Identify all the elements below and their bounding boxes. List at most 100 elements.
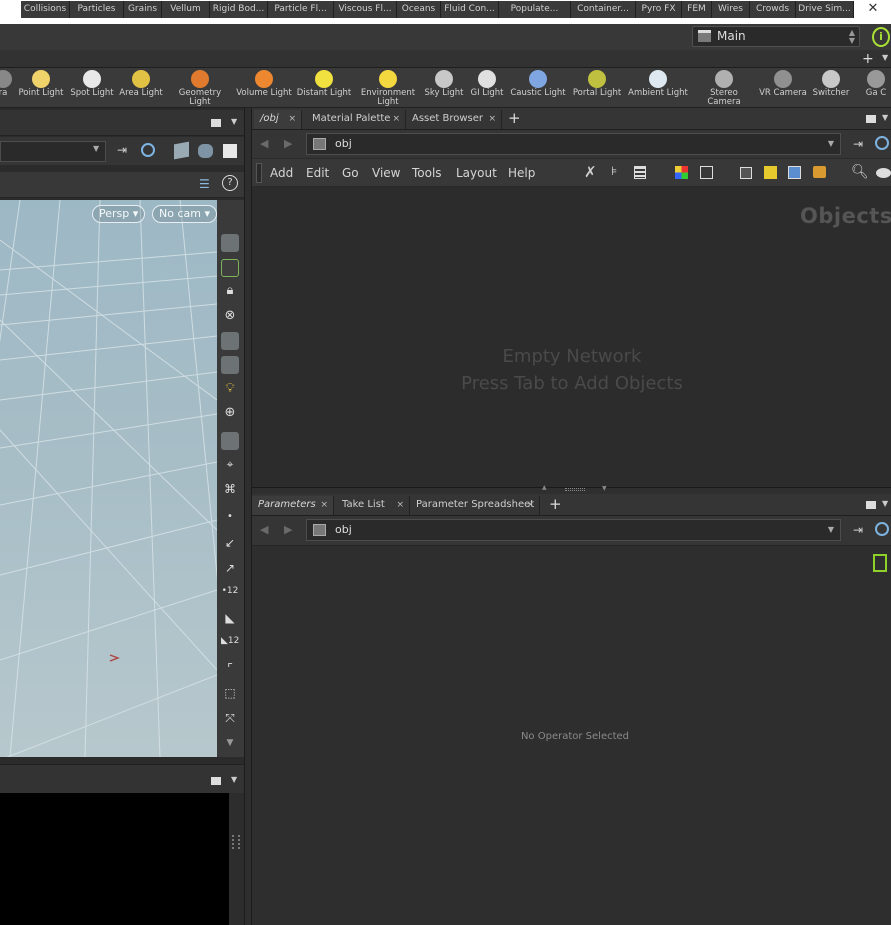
search-icon[interactable]: 🔍︎ [851,164,869,180]
pane-menu-arrow-icon[interactable]: ▼ [882,113,888,122]
shelf-tool-stereo-camera[interactable]: Stereo Camera [693,70,755,107]
pin-icon[interactable]: ⇥ [853,523,863,537]
shelf-tab[interactable]: FEM [682,1,712,18]
shelf-tool-gamepad-camera[interactable]: Ga C [845,70,891,98]
shelf-tool-portal-light[interactable]: Portal Light [566,70,628,98]
shelf-tab[interactable]: Rigid Bod... [210,1,268,18]
help-question-icon[interactable]: ? [222,175,238,191]
bounding-box-icon[interactable]: ⬚ [221,686,239,704]
add-tab-button[interactable]: + [508,109,521,127]
lock-icon[interactable]: 🔒︎ [221,283,239,301]
sticky-note-icon[interactable] [764,166,777,179]
shelf-tab[interactable]: Pyro FX [636,1,682,18]
pin-icon[interactable]: ⇥ [853,137,863,151]
headlight-icon[interactable] [221,356,239,374]
network-editor[interactable] [252,188,891,487]
close-tab-icon[interactable]: × [288,110,296,128]
splitter-up-arrow-icon[interactable]: ▲ [542,484,547,491]
snap-icon[interactable] [221,259,239,277]
shelf-tab[interactable]: Container... [571,1,636,18]
shelf-tab[interactable]: Crowds [750,1,796,18]
pin-icon[interactable]: ⇥ [117,143,127,157]
normals-icon[interactable]: ↙ [221,536,239,554]
pane-layout-icon[interactable] [211,777,221,785]
shelf-tool-caustic-light[interactable]: Caustic Light [507,70,569,98]
shelf-tab[interactable]: Populate... [499,1,571,18]
shading-icon[interactable] [198,144,213,158]
menu-go[interactable]: Go [342,166,359,180]
profile-icon[interactable]: ⌜ [221,661,239,679]
shelf-tool-environment-light[interactable]: Environment Light [357,70,419,107]
pane-layout-icon[interactable] [211,119,221,127]
shelf-tool-area-light[interactable]: Area Light [110,70,172,98]
shelf-tab[interactable]: Particles [70,1,124,18]
points-icon[interactable]: • [221,511,239,529]
shelf-tool-ambient-light[interactable]: Ambient Light [627,70,689,98]
shelf-tab[interactable]: Collisions [21,1,70,18]
grid-icon[interactable] [700,166,713,179]
list-view-icon[interactable] [634,166,646,179]
camera-view-icon[interactable]: ⌖ [221,457,239,475]
shelf-tool-volume-light[interactable]: Volume Light [233,70,295,98]
close-tab-icon[interactable]: × [320,496,328,514]
shelf-tab[interactable]: Oceans [397,1,441,18]
close-tab-icon[interactable]: × [526,496,534,514]
shelf-tab[interactable]: Drive Sim... [796,1,854,18]
menu-view[interactable]: View [372,166,400,180]
parameter-layout-icon[interactable] [873,554,887,572]
shelf-tab[interactable]: Grains [124,1,162,18]
back-arrow-icon[interactable]: ◀ [260,137,268,150]
image-background-icon[interactable] [788,166,801,179]
pane-splitter-vertical[interactable] [244,108,252,925]
close-window-button[interactable]: ✕ [850,0,891,24]
sphere-icon[interactable] [221,332,239,350]
forward-arrow-icon[interactable]: ▶ [284,523,292,536]
joint-icon[interactable]: ⤧ [221,711,239,729]
link-icon[interactable] [141,143,155,157]
network-tab-0[interactable]: /obj × [254,110,302,129]
color-palette-icon[interactable] [675,166,688,179]
shelf-tab[interactable]: Fluid Con... [441,1,499,18]
network-box-icon[interactable] [740,167,752,179]
ghost-icon[interactable] [221,234,239,252]
scroll-down-icon[interactable]: ▼ [221,738,239,750]
shelf-tab[interactable]: Particle Fl... [268,1,334,18]
camera-lock-icon[interactable]: ⌘ [221,482,239,500]
parameters-path-field[interactable]: obj ▼ [306,519,841,541]
splitter-down-arrow-icon[interactable]: ▼ [602,485,607,492]
shelf-tab[interactable]: Wires [712,1,750,18]
console-scrollbar[interactable] [229,793,244,925]
parameters-tab-2[interactable]: Parameter Spreadsheet × [410,496,540,515]
desktop-selector[interactable]: Main ▲ ▼ [692,26,860,47]
link-icon[interactable] [875,136,889,150]
primitive-normals-icon[interactable]: ↗ [221,561,239,579]
wrench-icon[interactable]: ✗ [584,163,597,181]
face-icon[interactable]: ◣ [221,611,239,629]
close-tab-icon[interactable]: × [392,110,400,128]
pane-layout-icon[interactable] [866,501,876,509]
network-path-field[interactable]: obj ▼ [306,133,841,155]
display-options-icon[interactable] [223,144,237,158]
lights-icon[interactable]: ⊕ [221,405,239,423]
light-bulb-icon[interactable]: 💡︎ [221,381,239,399]
menu-edit[interactable]: Edit [306,166,329,180]
scene-viewport[interactable] [0,200,217,757]
link-icon[interactable] [875,522,889,536]
network-tab-2[interactable]: Asset Browser × [406,110,502,129]
dots-icon[interactable] [813,166,826,178]
point-numbers-icon[interactable]: •12 [221,586,239,604]
python-console[interactable] [0,793,229,925]
pane-menu-arrow-icon[interactable]: ▼ [231,117,237,126]
parameters-tab-1[interactable]: Take List × [336,496,410,515]
close-tab-icon[interactable]: × [396,496,404,514]
viewer-path-field[interactable]: ▼ [0,141,106,162]
shelf-menu-arrow-icon[interactable]: ▼ [882,53,888,62]
shadow-icon[interactable] [221,432,239,450]
pane-splitter-horizontal[interactable]: ▲ ▼ [252,484,891,494]
close-tab-icon[interactable]: × [488,110,496,128]
shelf-tool-geometry-light[interactable]: Geometry Light [169,70,231,107]
visibility-icon[interactable]: ⊗ [221,308,239,326]
back-arrow-icon[interactable]: ◀ [260,523,268,536]
shelf-tool-distant-light[interactable]: Distant Light [293,70,355,98]
forward-arrow-icon[interactable]: ▶ [284,137,292,150]
